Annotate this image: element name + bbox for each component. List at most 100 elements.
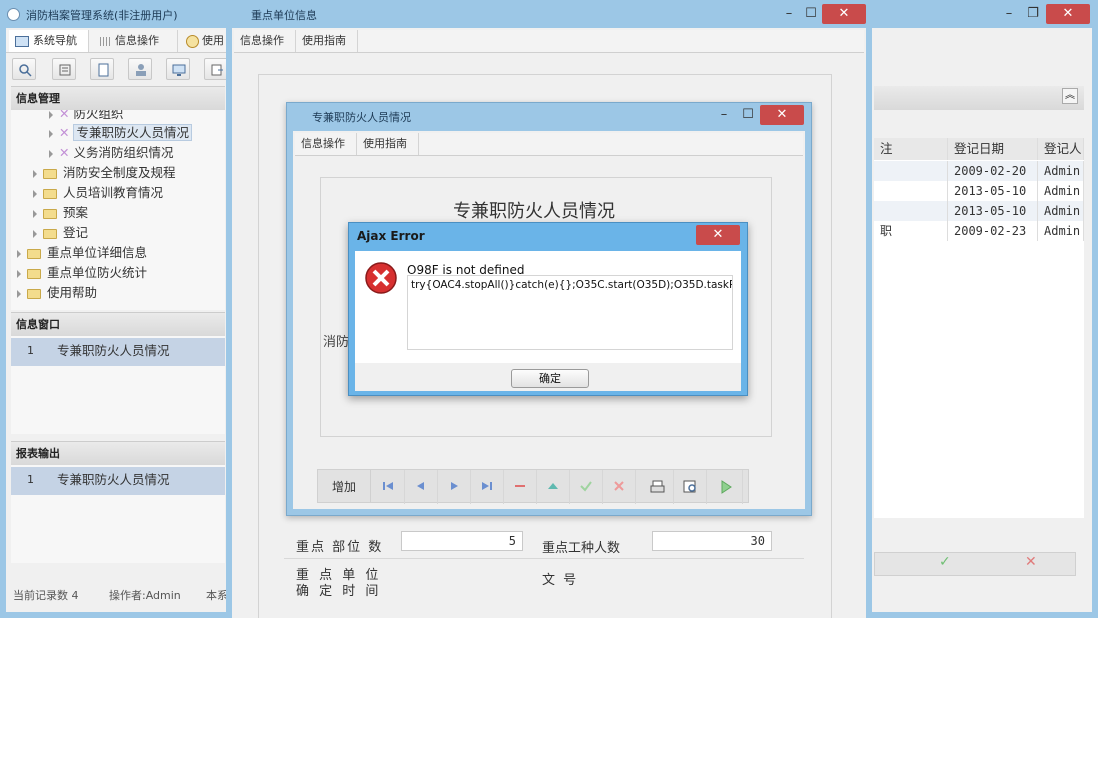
document-icon [98,63,109,77]
add-button[interactable]: 增加 [318,470,371,502]
tree-label: 人员培训教育情况 [63,185,164,200]
check-icon [580,481,592,492]
expand-arrow-icon [49,110,53,119]
play-icon [721,480,732,494]
column-header-registrar[interactable]: 登记人 [1038,138,1084,160]
section-info-window[interactable]: 信息窗口 [11,312,225,336]
tab-system-nav[interactable]: 系统导航 [9,30,89,52]
tree-item-plans[interactable]: 预案 [33,204,88,222]
save-record-button[interactable] [570,470,603,504]
tree-item-unit-details[interactable]: 重点单位详细信息 [17,244,147,262]
close-button[interactable]: ✕ [696,225,740,245]
tree-item-fire-org[interactable]: ✕ 防火组织 [49,110,124,123]
restore-button[interactable]: ❐ [1020,4,1046,24]
tab-guide[interactable]: 使用指南 [296,30,358,52]
users-button[interactable] [128,58,152,80]
tree-label: 消防安全制度及规程 [63,165,176,180]
clock-icon [186,34,199,48]
tree-label: 使用帮助 [47,285,98,300]
print-preview-button[interactable] [674,470,707,504]
next-record-button[interactable] [438,470,471,504]
section-info-mgmt[interactable]: 信息管理 [11,86,225,110]
cell-date: 2013-05-10 [948,201,1038,221]
close-button[interactable]: ✕ [822,4,866,24]
report-item[interactable]: 1 专兼职防火人员情况 [11,467,225,495]
maximize-button[interactable]: ☐ [735,105,761,125]
list-button[interactable] [52,58,76,80]
staff-partial-label: 消防 [323,335,350,350]
tree-item-training[interactable]: 人员培训教育情况 [33,184,163,202]
maximize-button[interactable]: ☐ [798,4,824,24]
delete-record-button[interactable] [504,470,537,504]
error-detail-box[interactable]: try{OAC4.stopAll()}catch(e){};O35C.start… [407,275,733,350]
info-window-item[interactable]: 1 专兼职防火人员情况 [11,338,225,366]
tree-item-register[interactable]: 登记 [33,224,88,242]
document-button[interactable] [90,58,114,80]
status-operator: 操作者:Admin [109,589,181,602]
first-record-button[interactable] [372,470,405,504]
doc-no-label: 文 号 [542,573,579,588]
export-button[interactable] [204,58,228,80]
section-report-output[interactable]: 报表输出 [11,441,225,465]
ajax-error-dialog: Ajax Error ✕ O98F is not defined try{OAC… [348,222,748,396]
cancel-x-icon[interactable]: ✕ [1025,554,1037,570]
tool-icon: ✕ [59,125,70,140]
monitor-button[interactable] [166,58,190,80]
error-icon [365,262,397,294]
export-icon [211,64,223,76]
folder-icon [43,168,57,179]
close-button[interactable]: ✕ [1046,4,1090,24]
cancel-record-button[interactable] [603,470,636,504]
tab-info-ops[interactable]: 信息操作 [234,30,296,52]
folder-icon [43,208,57,219]
data-grid: 注 登记日期 登记人 2009-02-20 Admin 2013-05-10 A… [874,138,1084,518]
table-row[interactable]: 2013-05-10 Admin [874,201,1084,221]
tab-guide[interactable]: 使用指南 [357,133,419,155]
close-button[interactable]: ✕ [760,105,804,125]
expand-arrow-icon [33,169,37,178]
status-records: 当前记录数 4 [13,589,79,602]
x-icon [614,481,624,491]
tree-label: 预案 [63,205,89,220]
key-parts-label: 重点 部位 数 [296,540,384,555]
table-row[interactable]: 职 2009-02-23 Admin [874,221,1084,241]
main-titlebar[interactable]: 消防档案管理系统(非注册用户) [0,0,230,28]
collapse-button[interactable]: ︽ [1062,88,1078,104]
folder-icon [27,268,41,279]
last-record-button[interactable] [471,470,504,504]
tree-label: 登记 [63,225,89,240]
folder-icon [43,188,57,199]
run-button[interactable] [710,470,743,504]
table-row[interactable]: 2013-05-10 Admin [874,181,1084,201]
tab-info-ops[interactable]: 信息操作 [295,133,357,155]
tree-item-help[interactable]: 使用帮助 [17,284,97,302]
print-button[interactable] [641,470,674,504]
search-button[interactable] [12,58,36,80]
users-icon [136,64,146,76]
column-header-date[interactable]: 登记日期 [948,138,1038,160]
column-header-note[interactable]: 注 [874,138,948,160]
folder-icon [27,248,41,259]
confirm-check-icon[interactable]: ✓ [939,554,951,570]
minimize-button[interactable]: – [711,105,737,125]
tab-info-ops[interactable]: 信息操作 [94,30,178,52]
key-workers-field[interactable]: 30 [652,531,772,551]
edit-record-button[interactable] [537,470,570,504]
tree-item-unit-stats[interactable]: 重点单位防火统计 [17,264,147,282]
expand-arrow-icon [49,129,53,138]
minimize-button[interactable]: – [996,4,1022,24]
monitor-icon [172,64,186,76]
last-record-icon [482,482,492,490]
cell-registrar: Admin [1038,221,1084,241]
cell-note: 职 [874,221,948,241]
tree-item-volunteer[interactable]: ✕ 义务消防组织情况 [49,144,174,162]
tree-item-rules[interactable]: 消防安全制度及规程 [33,164,176,182]
key-parts-field[interactable]: 5 [401,531,523,551]
tree-item-staff[interactable]: ✕ 专兼职防火人员情况 [49,124,192,142]
prev-record-button[interactable] [405,470,438,504]
ok-button[interactable]: 确定 [511,369,589,388]
tab-usage[interactable]: 使用 [180,30,230,52]
app-logo-icon [7,8,20,21]
confirm-time-label-2: 确 定 时 间 [296,584,382,599]
table-row[interactable]: 2009-02-20 Admin [874,161,1084,181]
